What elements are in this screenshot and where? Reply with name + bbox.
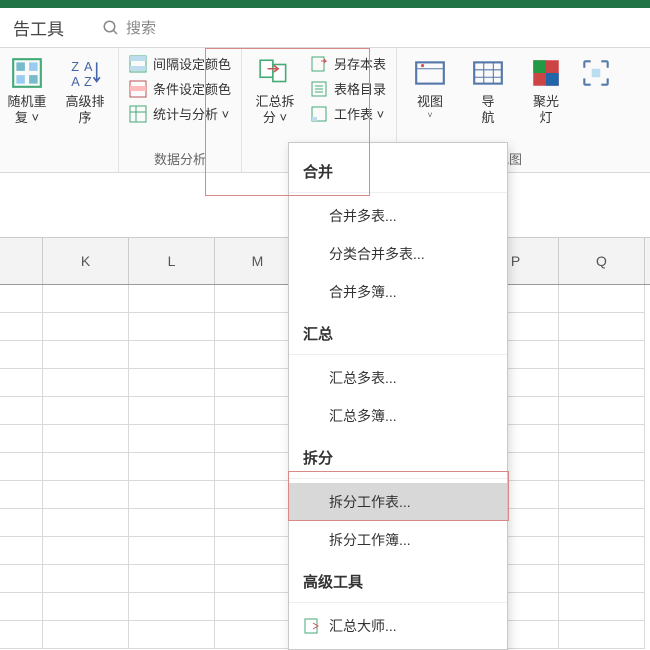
label: 序 <box>78 110 91 126</box>
menu-item-merge-workbooks[interactable]: 合并多簿... <box>289 273 507 311</box>
col-header[interactable] <box>0 238 43 284</box>
summary-split-button[interactable]: 汇总拆 分 ˅ <box>252 54 298 127</box>
interval-color-button[interactable]: 间隔设定颜色 <box>129 54 231 73</box>
advanced-sort-button[interactable]: Z A A Z 高级排 序 <box>62 54 108 127</box>
col-header-q[interactable]: Q <box>559 238 645 284</box>
saveas-icon <box>310 55 328 73</box>
label: 分 ˅ <box>263 110 287 126</box>
search-box[interactable]: 搜索 <box>102 17 156 38</box>
nav-button[interactable]: 导 航 <box>465 54 511 127</box>
label: 间隔设定颜色 <box>153 54 231 73</box>
label: 条件设定颜色 <box>153 79 231 98</box>
menu-section-summary: 汇总 <box>289 311 507 355</box>
title-bar <box>0 0 650 8</box>
search-placeholder: 搜索 <box>126 17 156 38</box>
label: 随机重 <box>7 94 46 110</box>
label: 灯 <box>540 110 553 126</box>
menu-item-summary-master[interactable]: 汇总大师... <box>289 607 507 645</box>
ribbon-tab-fragment[interactable]: 告工具 <box>5 15 72 40</box>
random-icon <box>10 56 44 90</box>
menu-item-summary-workbooks[interactable]: 汇总多簿... <box>289 397 507 435</box>
cond-icon <box>129 80 147 98</box>
spotlight-button[interactable]: 聚光 灯 <box>523 54 569 127</box>
label: 高级排 <box>65 94 104 110</box>
view-button[interactable]: 视图 ˅ <box>407 54 453 122</box>
master-icon <box>303 617 321 635</box>
stats-analysis-button[interactable]: 统计与分析 ˅ <box>129 104 231 123</box>
stats-icon <box>129 105 147 123</box>
label: 聚光 <box>533 94 559 110</box>
sort-icon: Z A A Z <box>68 56 102 90</box>
menu-item-merge-sheets[interactable]: 合并多表... <box>289 197 507 235</box>
menu-section-merge: 合并 <box>289 143 507 193</box>
grid-color-icon <box>129 55 147 73</box>
view-icon <box>413 56 447 90</box>
nav-icon <box>471 56 505 90</box>
svg-text:A: A <box>71 74 80 89</box>
menu-section-advanced: 高级工具 <box>289 559 507 603</box>
label: 表格目录 <box>334 79 386 98</box>
random-repeat-button[interactable]: 随机重 复 ˅ <box>4 54 50 127</box>
worksheet-icon <box>310 105 328 123</box>
table-toc-button[interactable]: 表格目录 <box>310 79 386 98</box>
label: 复 ˅ <box>15 110 39 126</box>
menu-item-split-sheet[interactable]: 拆分工作表... <box>289 483 507 521</box>
selection-icon <box>579 56 613 90</box>
tab-row: 告工具 搜索 <box>0 8 650 48</box>
svg-text:Z: Z <box>71 59 79 74</box>
group-title-data-analysis: 数据分析 <box>154 145 206 170</box>
col-header-k[interactable]: K <box>43 238 129 284</box>
menu-item-summary-sheets[interactable]: 汇总多表... <box>289 359 507 397</box>
menu-item-split-workbook[interactable]: 拆分工作簿... <box>289 521 507 559</box>
summary-split-menu: 合并 合并多表... 分类合并多表... 合并多簿... 汇总 汇总多表... … <box>288 142 508 650</box>
toc-icon <box>310 80 328 98</box>
conditional-color-button[interactable]: 条件设定颜色 <box>129 79 231 98</box>
spotlight-icon <box>529 56 563 90</box>
label: 汇总拆 <box>256 94 295 110</box>
search-icon <box>102 19 120 37</box>
label: 统计与分析 ˅ <box>153 104 229 123</box>
selection-button[interactable] <box>581 54 611 94</box>
svg-text:A: A <box>84 59 93 74</box>
label: 航 <box>482 110 495 126</box>
save-as-sheet-button[interactable]: 另存本表 <box>310 54 386 73</box>
summary-split-icon <box>258 56 292 90</box>
label: 另存本表 <box>334 54 386 73</box>
svg-text:Z: Z <box>84 74 92 89</box>
worksheet-button[interactable]: 工作表 ˅ <box>310 104 386 123</box>
label: 导 <box>482 94 495 110</box>
col-header-l[interactable]: L <box>129 238 215 284</box>
label: 工作表 ˅ <box>334 104 384 123</box>
menu-item-merge-by-category[interactable]: 分类合并多表... <box>289 235 507 273</box>
chevron-down-icon: ˅ <box>427 110 432 121</box>
label: 视图 <box>417 94 443 110</box>
menu-section-split: 拆分 <box>289 435 507 479</box>
